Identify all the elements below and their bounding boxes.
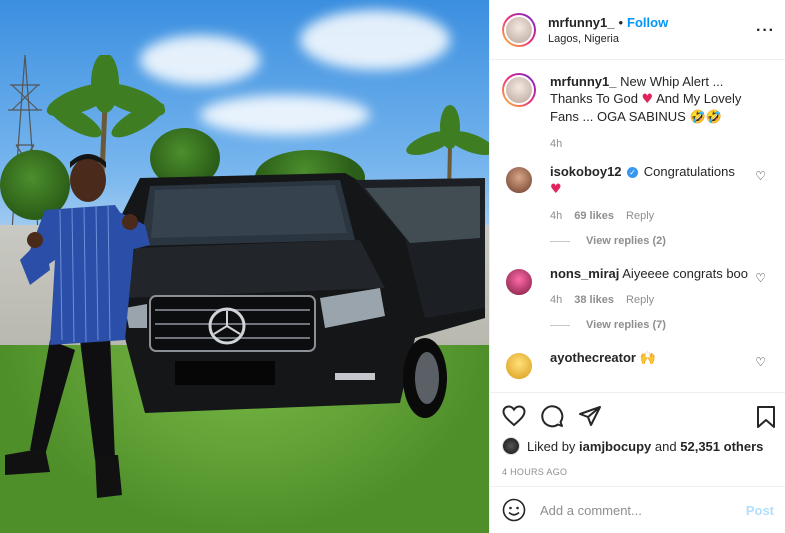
post-location[interactable]: Lagos, Nigeria [548,33,668,45]
cloud [300,10,450,70]
replies-divider [550,324,570,326]
verified-badge-icon: ✓ [627,167,639,178]
add-comment-input[interactable]: Add a comment... [540,503,746,518]
replies-divider [550,240,570,242]
view-replies-button[interactable]: View replies (7) [550,319,774,331]
comment-avatar[interactable] [502,265,536,299]
comment-text: Congratulations [643,164,735,179]
comment-time[interactable]: 4h [550,208,562,225]
comment-likes[interactable]: 38 likes [574,292,614,309]
caption-username[interactable]: mrfunny1_ [550,74,616,89]
liked-by-and: and [654,438,677,454]
post-image[interactable] [0,0,489,533]
author-username[interactable]: mrfunny1_ [548,15,614,30]
red-heart-icon: ♥ [550,182,562,197]
liked-by-others[interactable]: 52,351 others [680,439,763,454]
bookmark-icon[interactable] [756,405,776,429]
liked-by-row: Liked by iamjbocupy and 52,351 others [502,437,774,455]
separator-dot: • [618,14,624,30]
more-horizontal-icon[interactable]: ··· [756,22,775,40]
caption: mrfunny1_ New Whip Alert ... Thanks To G… [502,73,774,153]
like-comment-heart-icon[interactable]: ♡ [755,271,766,285]
view-replies-label: View replies (7) [586,319,666,331]
comment-avatar[interactable] [502,349,536,383]
comment-username[interactable]: isokoboy12 [550,164,622,179]
post-header: mrfunny1_ • Follow Lagos, Nigeria ··· [490,0,785,60]
comments-list[interactable]: mrfunny1_ New Whip Alert ... Thanks To G… [490,61,785,391]
red-heart-icon: ♥ [641,92,654,107]
like-comment-heart-icon[interactable]: ♡ [755,169,766,183]
liker-avatar[interactable] [502,437,520,455]
view-replies-button[interactable]: View replies (2) [550,235,774,247]
comment-text: Aiyeeee congrats boo [622,266,749,281]
liked-by-user[interactable]: iamjbocupy [579,439,651,454]
raised-hands-emoji: 🙌 [639,351,656,366]
post-comment-button[interactable]: Post [746,503,774,518]
follow-button[interactable]: Follow [627,15,668,30]
comment-composer: Add a comment... Post [490,486,785,533]
emoji-smiley-icon[interactable] [502,498,526,522]
cloud [200,95,370,135]
share-send-icon[interactable] [578,405,602,427]
post-actions: Liked by iamjbocupy and 52,351 others 4 … [490,392,785,477]
comment: nons_miraj Aiyeeee congrats boo 4h 38 li… [502,265,774,309]
post-timestamp[interactable]: 4 HOURS AGO [502,467,774,477]
comment-avatar[interactable] [502,163,536,197]
reply-button[interactable]: Reply [626,292,654,309]
comment: isokoboy12 ✓ Congratulations ♥ 4h 69 lik… [502,163,774,225]
author-avatar[interactable] [502,12,536,47]
comment-username[interactable]: nons_miraj [550,266,619,281]
man-posing [5,154,150,498]
post-sidebar: mrfunny1_ • Follow Lagos, Nigeria ··· mrfu… [489,0,785,533]
like-heart-icon[interactable] [502,405,526,427]
comment-likes[interactable]: 69 likes [574,208,614,225]
liked-by-prefix: Liked by [527,438,576,454]
comment-username[interactable]: ayothecreator [550,350,636,365]
caption-avatar[interactable] [502,73,536,107]
like-comment-heart-icon[interactable]: ♡ [755,355,766,369]
view-replies-label: View replies (2) [586,235,666,247]
comment-time[interactable]: 4h [550,292,562,309]
comment-bubble-icon[interactable] [540,404,564,428]
comment: ayothecreator 🙌 ♡ [502,349,774,383]
caption-time[interactable]: 4h [550,136,562,153]
laughing-emoji: 🤣🤣 [689,110,722,125]
reply-button[interactable]: Reply [626,208,654,225]
